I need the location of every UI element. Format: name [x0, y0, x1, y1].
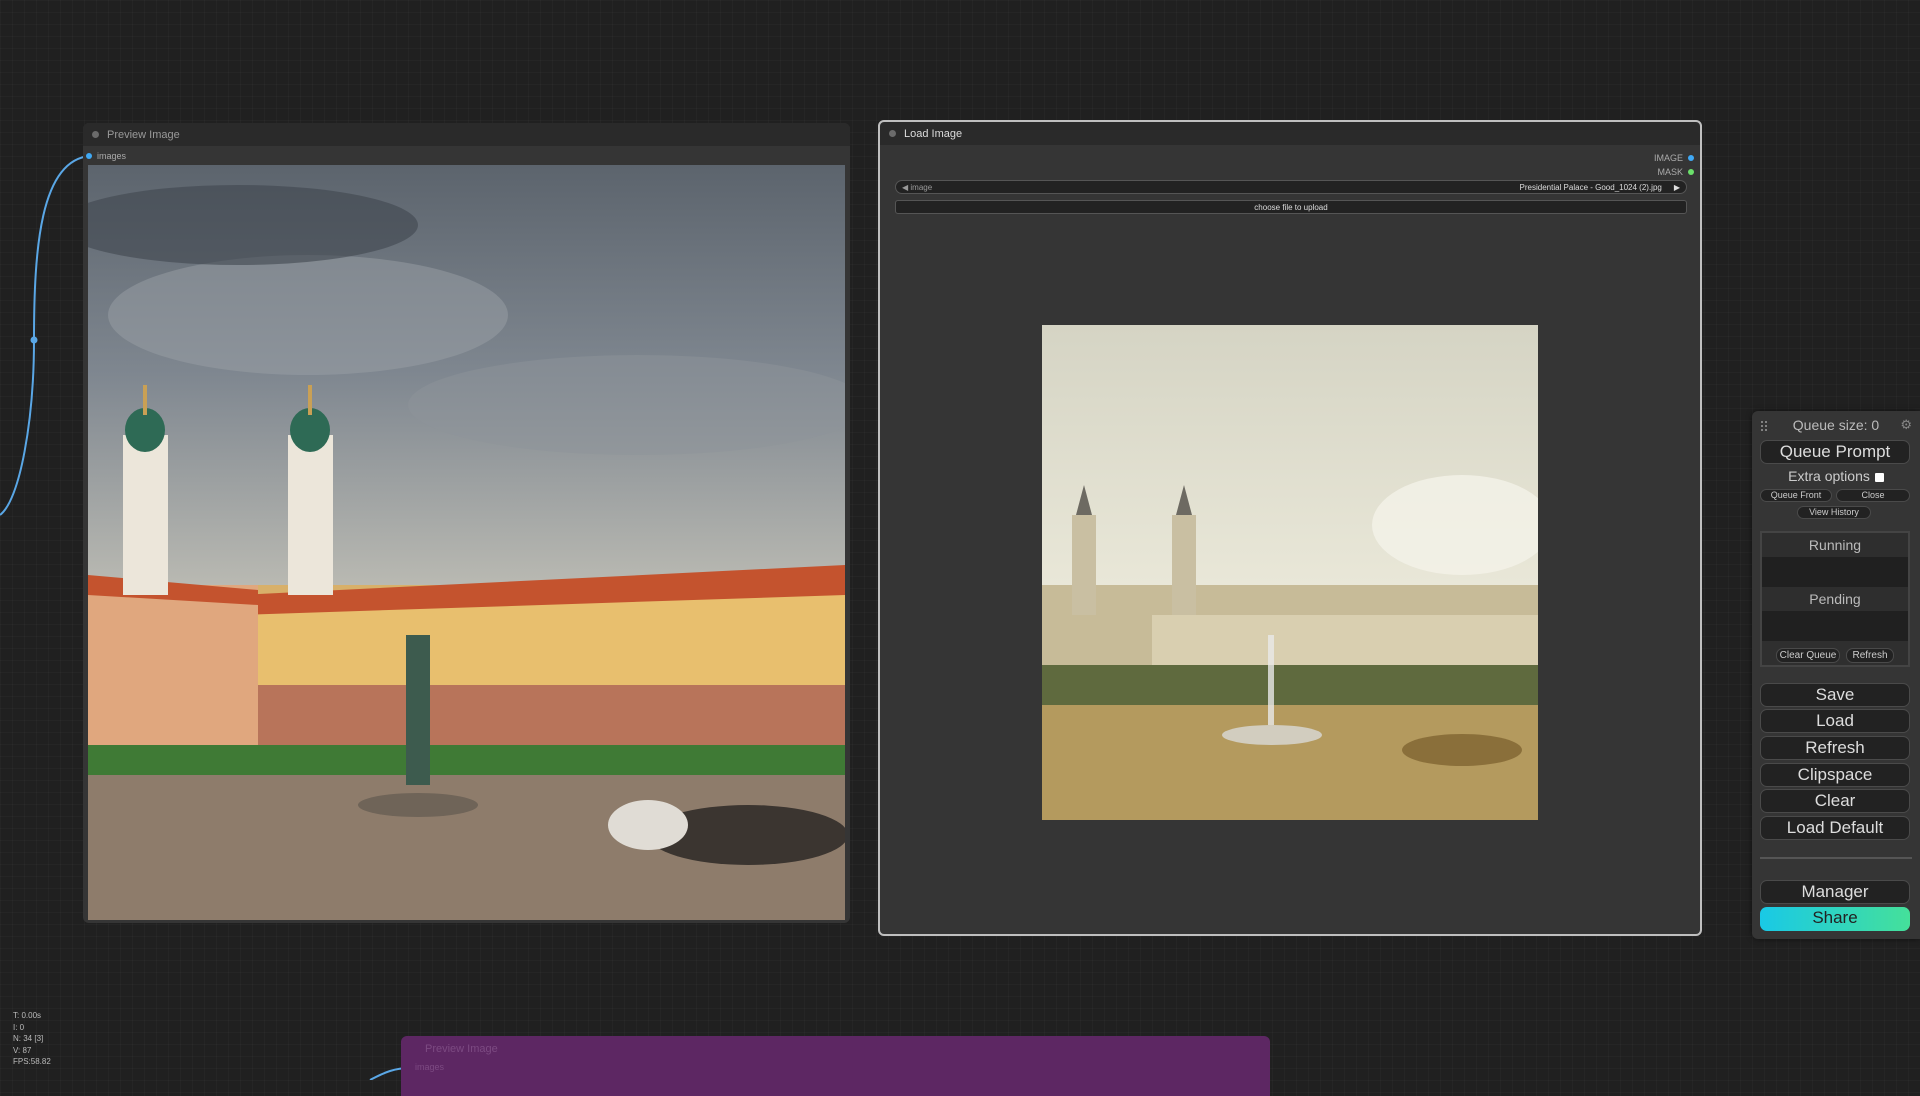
running-header: Running — [1762, 533, 1908, 557]
arrow-right-icon[interactable]: ▶ — [1674, 183, 1680, 192]
close-button[interactable]: Close — [1836, 489, 1910, 502]
gear-icon[interactable]: ⚙ — [1900, 417, 1912, 433]
stat-i: I: 0 — [13, 1022, 25, 1032]
load-default-button[interactable]: Load Default — [1760, 816, 1910, 840]
extra-options-label: Extra options — [1788, 468, 1870, 484]
stat-fps: FPS:58.82 — [13, 1057, 51, 1066]
node-title: Load Image — [904, 127, 963, 140]
output-slot-image[interactable]: IMAGE — [1654, 153, 1694, 163]
collapse-dot-icon[interactable] — [889, 130, 896, 137]
bypassed-preview-node[interactable]: Preview Image images — [401, 1036, 1270, 1096]
load-button[interactable]: Load — [1760, 709, 1910, 733]
view-history-button[interactable]: View History — [1797, 506, 1871, 519]
slot-dot-icon[interactable] — [1688, 169, 1694, 175]
refresh-button[interactable]: Refresh — [1760, 736, 1910, 760]
output-slot-mask[interactable]: MASK — [1657, 167, 1694, 177]
collapse-dot-icon[interactable] — [92, 131, 99, 138]
node-title: Preview Image — [107, 128, 180, 141]
queue-prompt-button[interactable]: Queue Prompt — [1760, 440, 1910, 464]
stat-nodes: N: 34 [3] — [13, 1034, 44, 1043]
preview-image-node[interactable]: Preview Image images — [83, 123, 850, 923]
pending-list — [1762, 611, 1908, 641]
stat-time: T: 0.00s — [13, 1011, 42, 1020]
save-button[interactable]: Save — [1760, 683, 1910, 707]
queue-menu-panel: Queue size: 0 ⚙ Queue Prompt Extra optio… — [1752, 411, 1920, 939]
node-title-bar[interactable]: Preview Image — [83, 123, 850, 146]
arrow-left-icon[interactable]: ◀ — [902, 183, 908, 192]
loaded-image — [1042, 325, 1538, 820]
queue-front-button[interactable]: Queue Front — [1760, 489, 1832, 502]
image-combo-widget[interactable]: ◀ image Presidential Palace - Good_1024 … — [895, 180, 1687, 194]
running-list — [1762, 557, 1908, 587]
clear-button[interactable]: Clear — [1760, 789, 1910, 813]
pending-header: Pending — [1762, 587, 1908, 611]
stat-v: V: 87 — [13, 1045, 32, 1055]
node-title: Preview Image — [425, 1043, 498, 1055]
menu-divider — [1760, 857, 1912, 859]
queue-list: Running Pending Clear Queue Refresh — [1760, 531, 1910, 667]
widget-label: image — [910, 182, 933, 192]
slot-dot-icon[interactable] — [1688, 155, 1694, 161]
refresh-queue-button[interactable]: Refresh — [1846, 648, 1894, 663]
upload-button[interactable]: choose file to upload — [895, 200, 1687, 214]
node-title-bar[interactable]: Load Image — [880, 122, 1700, 145]
render-stats: T: 0.00s I: 0 N: 34 [3] V: 87 FPS:58.82 — [13, 1010, 51, 1068]
slot-label: images — [415, 1062, 445, 1072]
queue-size-label: Queue size: 0 — [1792, 417, 1880, 433]
clear-queue-button[interactable]: Clear Queue — [1776, 648, 1840, 663]
preview-image — [88, 165, 845, 920]
slot-label: IMAGE — [1653, 153, 1683, 163]
input-slot-images[interactable]: images — [85, 151, 126, 161]
extra-options-toggle[interactable]: Extra options — [1752, 468, 1920, 484]
slot-label: MASK — [1657, 167, 1683, 177]
slot-dot-icon[interactable] — [86, 153, 92, 159]
manager-button[interactable]: Manager — [1760, 880, 1910, 904]
widget-value: Presidential Palace - Good_1024 (2).jpg — [1519, 182, 1662, 192]
extra-options-checkbox[interactable] — [1874, 472, 1884, 482]
slot-label: images — [97, 151, 127, 161]
share-button[interactable]: Share — [1760, 907, 1910, 931]
load-image-node[interactable]: Load Image IMAGE MASK ◀ image Presidenti… — [878, 120, 1702, 936]
clipspace-button[interactable]: Clipspace — [1760, 763, 1910, 787]
